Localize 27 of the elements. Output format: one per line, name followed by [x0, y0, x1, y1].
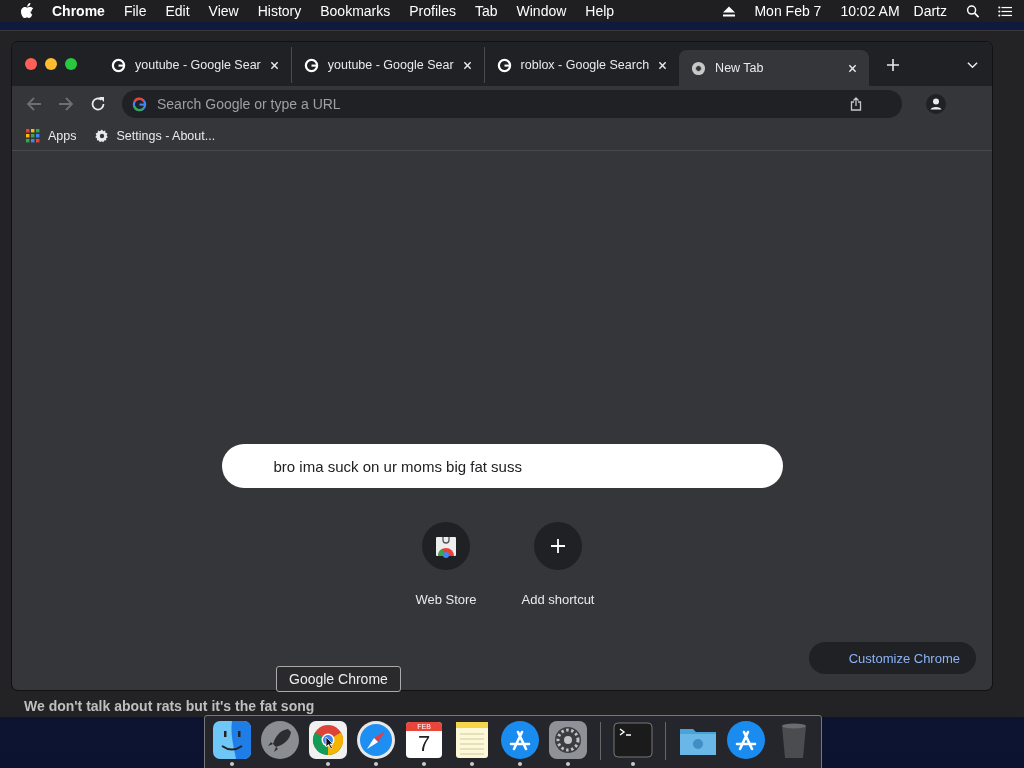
tooltip: Google Chrome	[276, 666, 401, 692]
menu-item[interactable]: Edit	[165, 3, 190, 19]
shortcut-tile[interactable]: Add shortcut	[502, 522, 614, 607]
menu-item[interactable]: View	[208, 3, 239, 19]
menu-app-name[interactable]: Chrome	[52, 3, 105, 19]
browser-tab[interactable]: New Tab	[679, 50, 870, 86]
menu-item[interactable]: Window	[516, 3, 567, 19]
shortcut-tile[interactable]: Web Store	[390, 522, 502, 607]
browser-tab[interactable]: youtube - Google Sear	[291, 47, 485, 83]
menu-item[interactable]: File	[123, 3, 147, 19]
menu-item[interactable]: Tab	[474, 3, 498, 19]
menu-clock[interactable]: 10:02 AM	[840, 3, 900, 19]
address-input[interactable]: Search Google or type a URL	[155, 95, 842, 113]
menu-item[interactable]: History	[257, 3, 302, 19]
menu-date[interactable]: Mon Feb 7	[754, 3, 822, 19]
menu-item[interactable]: Help	[585, 3, 615, 19]
menu-user[interactable]: Dartz	[913, 3, 947, 19]
search-field[interactable]: bro ima suck on ur moms big fat suss	[221, 444, 783, 488]
menu-item[interactable]: Bookmarks	[320, 3, 391, 19]
browser-tab[interactable]: youtube - Google Sear	[99, 47, 292, 83]
bookmark-item[interactable]: Settings - About...	[94, 129, 216, 143]
bookmark-item[interactable]: Apps	[26, 129, 77, 143]
browser-tab[interactable]: roblox - Google Search	[484, 47, 680, 83]
menu-item[interactable]: Profiles	[409, 3, 456, 19]
video-caption: We don't talk about rats but it's the fat song	[24, 698, 315, 714]
customize-chrome-button[interactable]: Customize Chrome	[808, 642, 976, 674]
address-bar[interactable]: Search Google or type a URL	[122, 90, 902, 118]
